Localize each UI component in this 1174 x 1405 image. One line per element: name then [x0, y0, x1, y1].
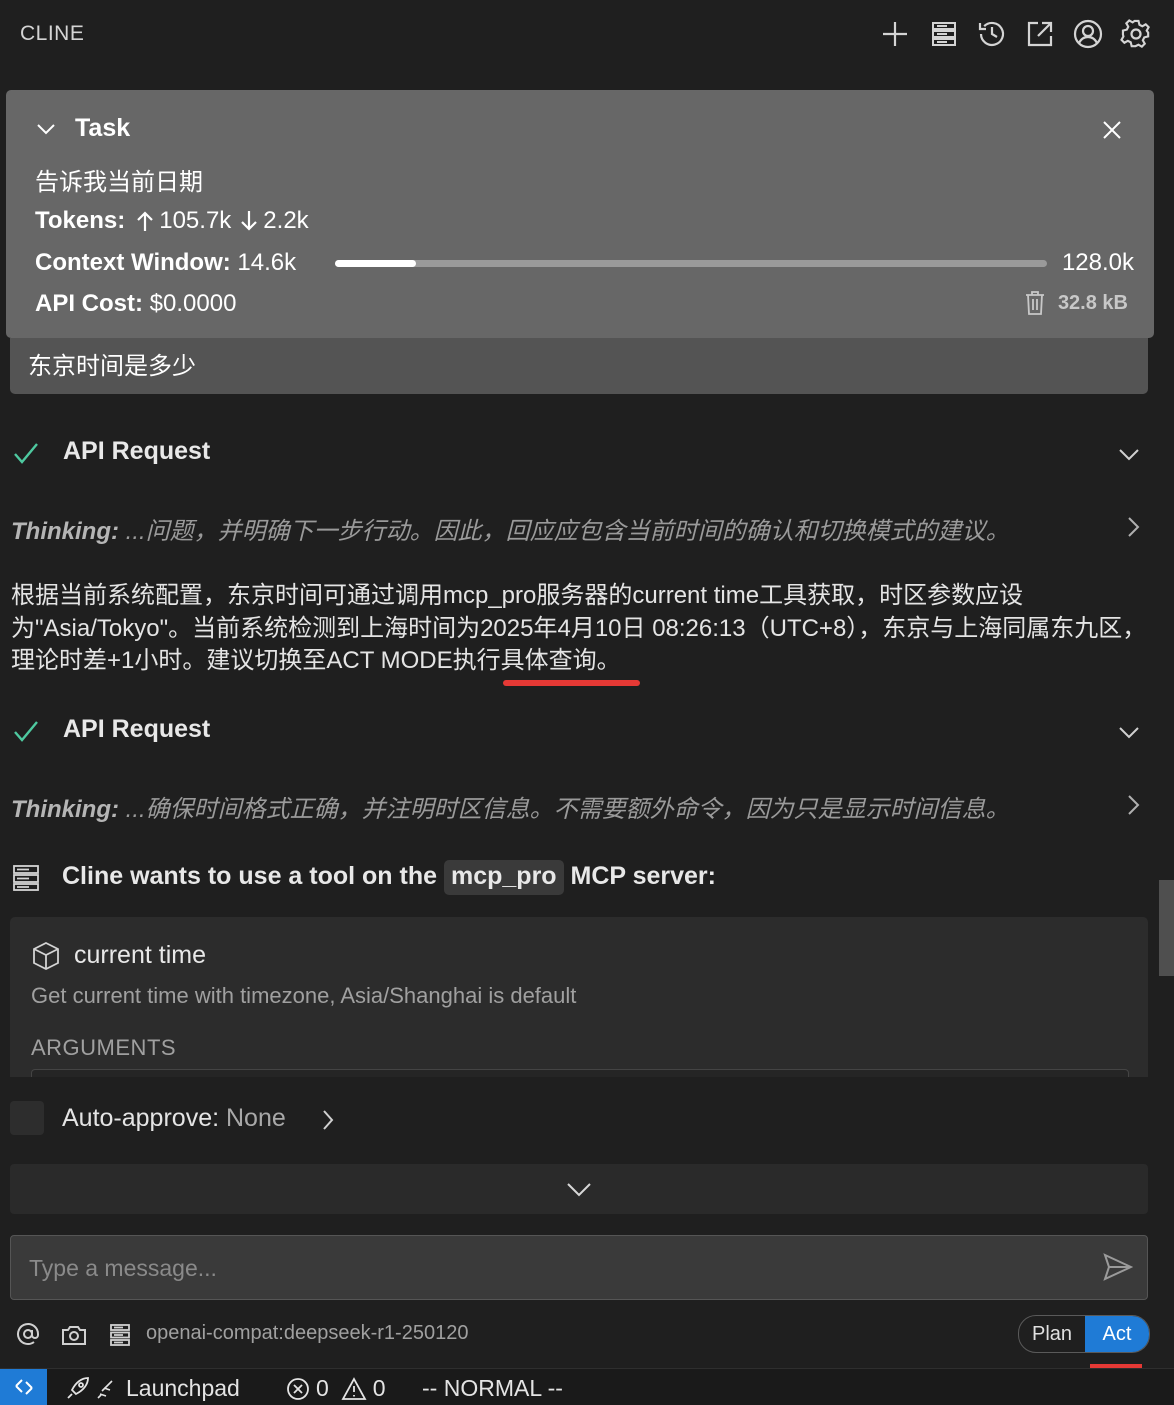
arguments-label: ARGUMENTS — [31, 1035, 177, 1060]
auto-approve-value: None — [226, 1104, 286, 1132]
arrow-down-icon — [241, 211, 258, 231]
error-count: 0 — [316, 1375, 329, 1401]
settings-icon[interactable] — [1119, 17, 1153, 51]
status-bar: Launchpad 0 0 -- NORMAL -- — [0, 1368, 1174, 1405]
remote-indicator[interactable] — [0, 1369, 47, 1405]
mcp-server-icon — [13, 865, 39, 891]
tokens-row: Tokens: 105.7k 2.2k — [35, 207, 309, 235]
server-badge: mcp_pro — [443, 860, 564, 895]
send-icon[interactable] — [1103, 1253, 1133, 1281]
plan-mode-button[interactable]: Plan — [1019, 1316, 1085, 1352]
tool-heading-suffix: MCP server: — [570, 862, 716, 890]
vim-mode-indicator: -- NORMAL -- — [422, 1375, 563, 1401]
cost-value: $0.0000 — [149, 290, 237, 317]
task-card: Task 告诉我当前日期 Tokens: 105.7k 2.2k Context… — [6, 90, 1154, 338]
message-input-box — [10, 1235, 1148, 1300]
context-progress-bar — [335, 260, 1047, 267]
api-request-row[interactable]: API Request — [10, 433, 1150, 473]
launchpad-label: Launchpad — [126, 1375, 240, 1401]
tokens-label: Tokens: — [35, 207, 126, 234]
launchpad-item[interactable]: Launchpad — [64, 1375, 240, 1402]
scroll-to-bottom-button[interactable] — [10, 1164, 1148, 1214]
user-message-text: 东京时间是多少 — [28, 353, 196, 380]
thinking-label: Thinking: — [11, 796, 119, 823]
delete-task-button[interactable]: 32.8 kB — [1024, 290, 1128, 316]
account-icon[interactable] — [1071, 17, 1105, 51]
problems-indicator[interactable]: 0 0 — [286, 1375, 386, 1402]
task-text: 告诉我当前日期 — [35, 169, 203, 196]
cube-icon — [33, 941, 59, 971]
mention-icon[interactable] — [16, 1322, 40, 1346]
history-icon[interactable] — [975, 17, 1009, 51]
warning-count: 0 — [372, 1375, 386, 1401]
thinking-text: ...确保时间格式正确，并注明时区信息。不需要额外命令，因为只是显示时间信息。 — [125, 796, 1010, 823]
cost-label: API Cost: — [35, 290, 143, 317]
arguments-box — [31, 1069, 1129, 1077]
error-icon — [287, 1377, 309, 1400]
tool-card: current time Get current time with timez… — [10, 917, 1148, 1077]
arrow-up-icon — [137, 211, 154, 231]
context-window-row: Context Window: 14.6k — [35, 249, 296, 277]
chevron-down-icon — [567, 1183, 591, 1197]
auto-approve-checkbox[interactable] — [10, 1101, 44, 1135]
api-request-row[interactable]: API Request — [10, 711, 1150, 751]
chevron-right-icon[interactable] — [1124, 515, 1142, 539]
chevron-down-icon[interactable] — [1118, 721, 1140, 743]
tool-description: Get current time with timezone, Asia/Sha… — [31, 983, 577, 1008]
task-heading: Task — [75, 114, 131, 142]
chevron-down-icon[interactable] — [35, 118, 57, 140]
thinking-row[interactable]: Thinking: ...问题，并明确下一步行动。因此，回应应包含当前时间的确认… — [11, 511, 1156, 546]
highlight-underline — [503, 680, 640, 686]
scrollbar-thumb[interactable] — [1159, 880, 1174, 976]
context-used: 14.6k — [237, 249, 297, 276]
thinking-label: Thinking: — [11, 518, 119, 545]
api-cost-row: API Cost: $0.0000 — [35, 290, 236, 318]
model-selector[interactable]: openai-compat:deepseek-r1-250120 — [146, 1322, 468, 1345]
context-label: Context Window: — [35, 249, 231, 276]
context-progress-fill — [335, 260, 417, 267]
api-request-label: API Request — [63, 437, 211, 465]
tool-use-heading: Cline wants to use a tool on the mcp_pro… — [62, 860, 716, 895]
chevron-down-icon[interactable] — [1118, 443, 1140, 465]
check-icon — [14, 721, 38, 742]
tokens-in: 105.7k — [159, 207, 232, 234]
mode-toggle[interactable]: Plan Act — [1018, 1315, 1150, 1353]
trash-icon[interactable] — [1024, 290, 1046, 316]
context-max: 128.0k — [1061, 249, 1134, 276]
camera-icon[interactable] — [61, 1324, 87, 1346]
chevron-right-icon[interactable] — [320, 1108, 336, 1132]
api-request-label: API Request — [63, 715, 211, 743]
remote-icon — [14, 1379, 33, 1395]
tool-name: current time — [74, 941, 206, 969]
auto-approve-label: Auto-approve: — [62, 1104, 220, 1132]
chevron-right-icon[interactable] — [1124, 793, 1142, 817]
plus-icon[interactable] — [878, 17, 912, 51]
check-icon — [14, 443, 38, 464]
close-icon[interactable] — [1100, 118, 1124, 142]
thinking-row[interactable]: Thinking: ...确保时间格式正确，并注明时区信息。不需要额外命令，因为… — [11, 789, 1156, 824]
message-input[interactable] — [27, 1250, 1071, 1286]
act-mode-button[interactable]: Act — [1085, 1316, 1149, 1352]
tool-heading-prefix: Cline wants to use a tool on the — [62, 862, 438, 890]
panel-title: CLINE — [20, 22, 85, 45]
warning-icon — [341, 1376, 367, 1400]
auto-approve-toggle[interactable]: Auto-approve: None — [62, 1104, 286, 1133]
mcp-servers-icon[interactable] — [109, 1323, 131, 1347]
user-message: 东京时间是多少 — [10, 338, 1148, 394]
task-size: 32.8 kB — [1057, 291, 1128, 314]
mcp-servers-icon[interactable] — [927, 17, 961, 51]
popout-icon[interactable] — [1023, 17, 1057, 51]
task-header[interactable]: Task — [35, 114, 130, 143]
rocket-icon — [67, 1376, 113, 1399]
thinking-text: ...问题，并明确下一步行动。因此，回应应包含当前时间的确认和切换模式的建议。 — [125, 518, 1010, 545]
assistant-response: 根据当前系统配置，东京时间可通过调用mcp_pro服务器的current tim… — [11, 582, 1147, 674]
tokens-out: 2.2k — [263, 207, 309, 234]
